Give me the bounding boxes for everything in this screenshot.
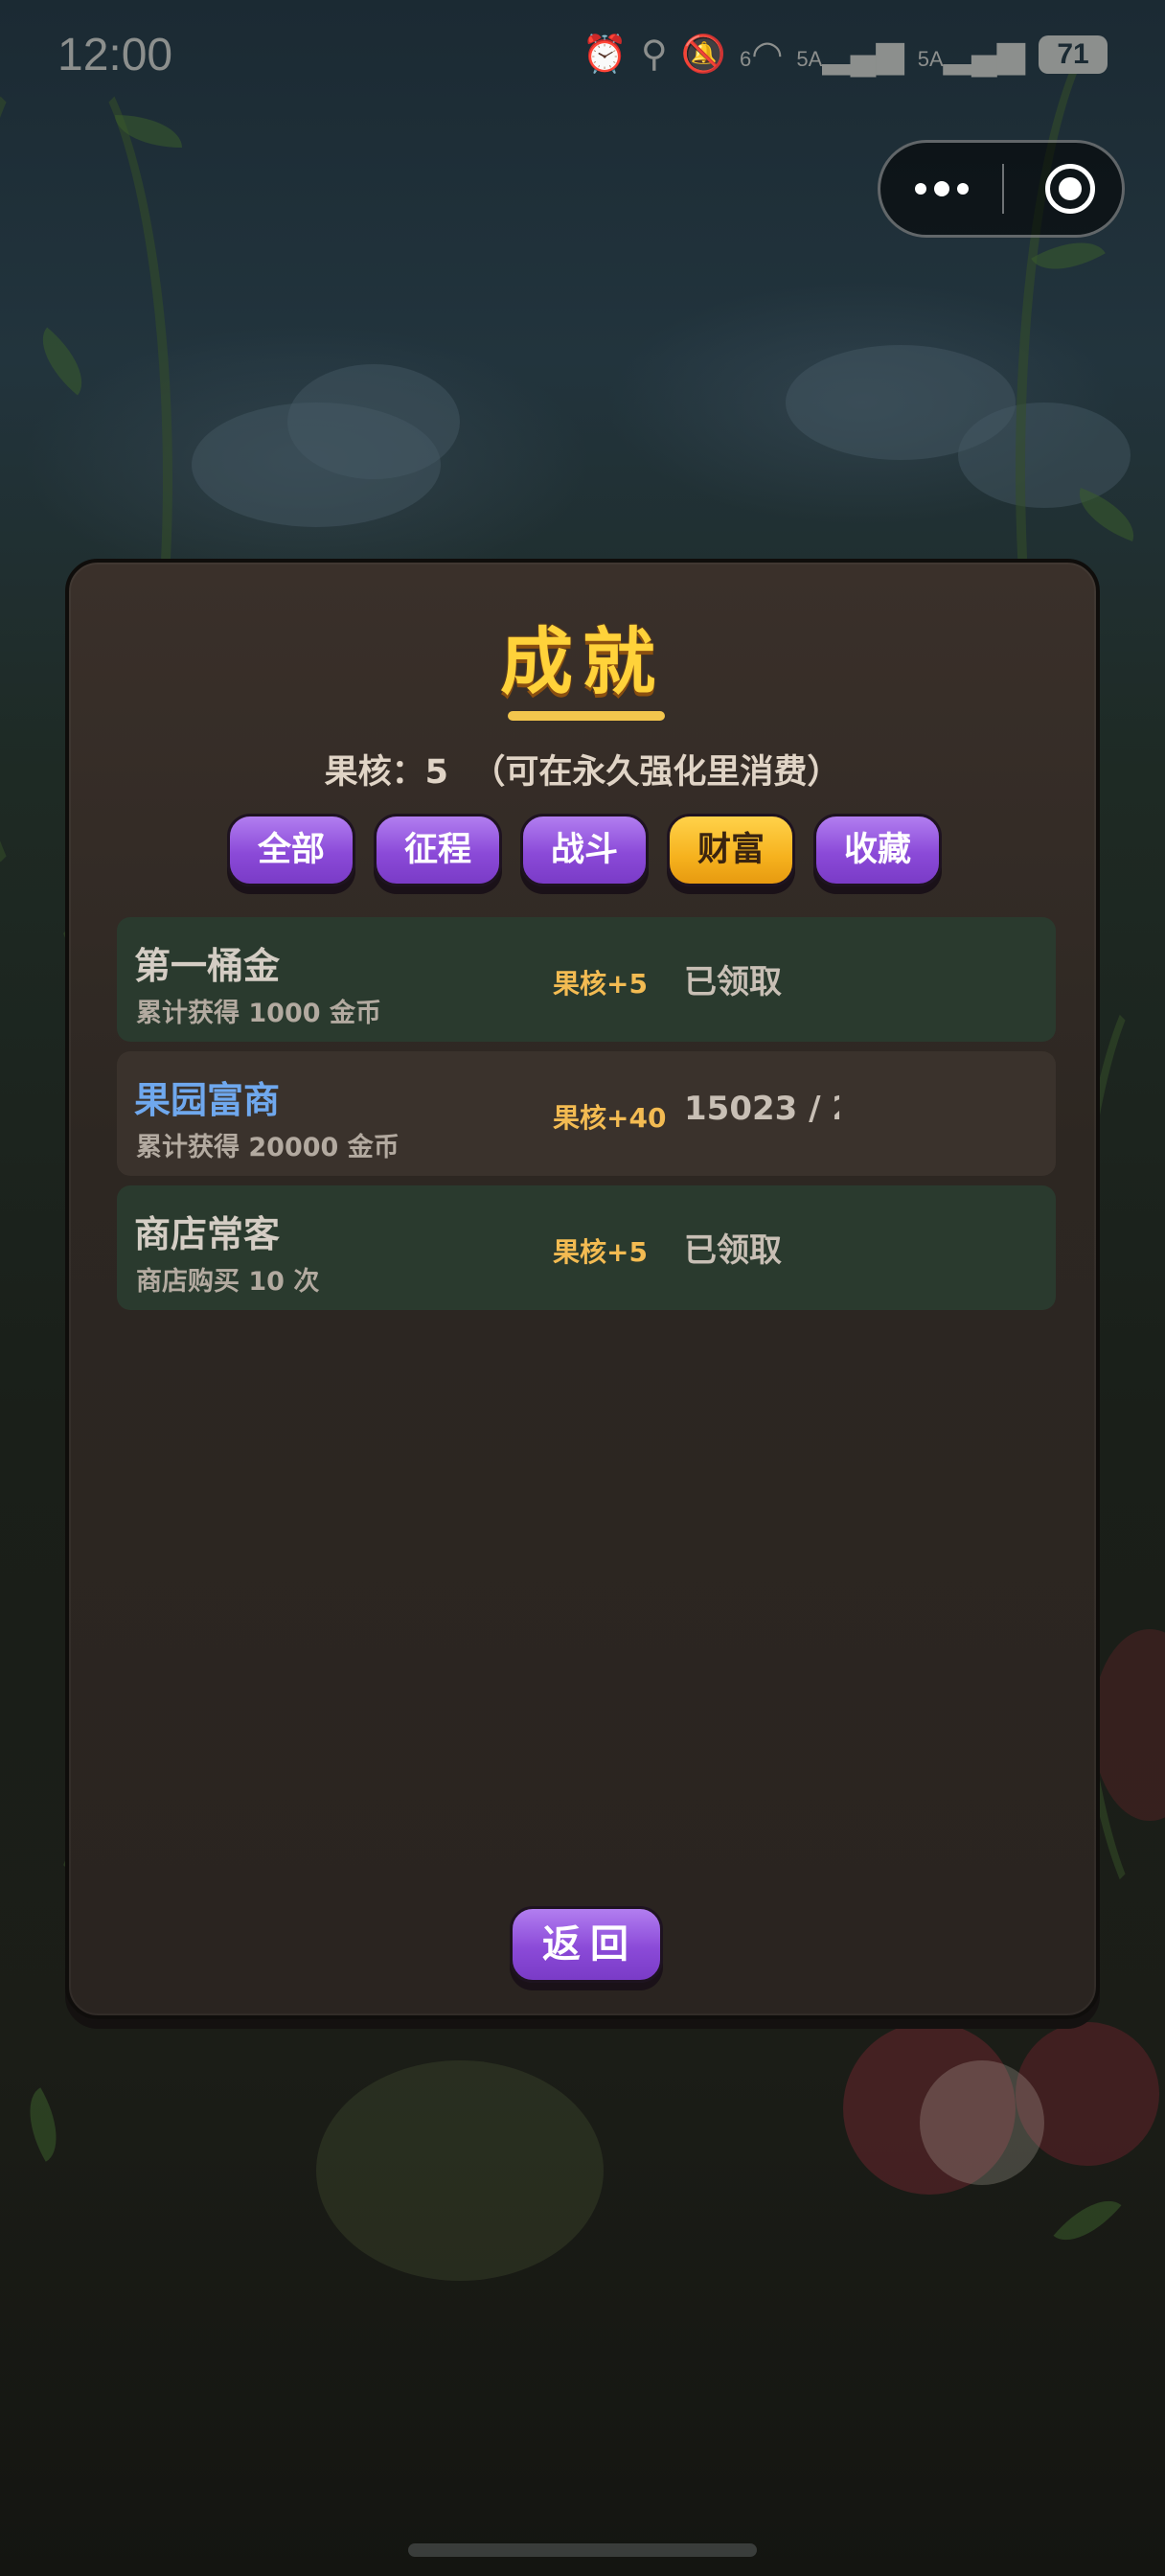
more-icon[interactable] [880,143,1003,235]
tab-battle[interactable]: 战斗 [520,814,649,886]
status-icons: ⏰ ⚲ 🔕 6◠ 5A▂▄▆ 5A▂▄▆ 71 [582,33,1108,76]
tab-journey[interactable]: 征程 [374,814,502,886]
background-fruit [920,2060,1044,2185]
core-count-info: 果核：5 （可在永久强化里消费） [324,753,841,792]
achievement-row: 第一桶金 累计获得 1000 金币 果核+5 已领取 [117,917,1056,1042]
background-cloud [287,364,460,479]
achievement-row: 果园富商 累计获得 20000 金币 果核+40 15023 / 20000 [117,1051,1056,1176]
tab-all[interactable]: 全部 [227,814,355,886]
location-icon: ⚲ [640,34,668,75]
achievement-name: 商店常客 [134,1213,281,1255]
tab-wealth[interactable]: 财富 [667,814,795,886]
achievement-status: 已领取 [684,963,782,1001]
category-tabs: 全部 征程 战斗 财富 收藏 [227,814,942,886]
home-indicator[interactable] [408,2543,757,2557]
achievement-description: 商店购买 10 次 [136,1267,320,1297]
achievements-panel: 成就 果核：5 （可在永久强化里消费） 全部 征程 战斗 财富 收藏 第一桶金 … [65,559,1100,2019]
achievement-row: 商店常客 商店购买 10 次 果核+5 已领取 [117,1185,1056,1310]
wifi-label: 6 [739,47,752,71]
game-screen: 12:00 ⏰ ⚲ 🔕 6◠ 5A▂▄▆ 5A▂▄▆ 71 成就 果核：5 （可… [0,0,1165,2576]
close-target-icon[interactable] [1045,164,1095,214]
background-leaf [1053,2184,1122,2257]
achievement-description: 累计获得 20000 金币 [136,1133,400,1162]
achievement-name: 第一桶金 [134,945,281,987]
network-label-2: 5A [917,47,944,71]
mute-icon: 🔕 [680,34,726,75]
battery-icon: 71 [1039,34,1108,74]
background-fruit [316,2060,604,2281]
achievement-list: 第一桶金 累计获得 1000 金币 果核+5 已领取 果园富商 累计获得 200… [117,917,1056,1320]
status-bar: 12:00 ⏰ ⚲ 🔕 6◠ 5A▂▄▆ 5A▂▄▆ 71 [0,0,1165,115]
achievement-reward: 果核+5 [553,968,648,1000]
signal-icon: 5A▂▄▆ [796,34,904,75]
achievement-status: 已领取 [684,1231,782,1270]
achievement-reward: 果核+40 [553,1102,667,1134]
mini-program-capsule [878,140,1125,238]
panel-title: 成就 [500,619,665,704]
title-underline [508,711,665,721]
achievement-description: 累计获得 1000 金币 [136,999,381,1028]
achievement-name: 果园富商 [134,1079,281,1121]
background-leaf [11,2087,75,2162]
achievement-reward: 果核+5 [553,1236,648,1268]
status-time: 12:00 [57,30,173,80]
achievement-progress: 15023 / 20000 [684,1090,839,1128]
wifi-icon: 6◠ [739,34,784,75]
tab-collection[interactable]: 收藏 [813,814,942,886]
back-button[interactable]: 返回 [510,1906,663,1983]
capsule-divider [1002,164,1004,214]
network-label-1: 5A [796,47,823,71]
alarm-icon: ⏰ [582,34,628,75]
signal-icon: 5A▂▄▆ [917,34,1025,75]
